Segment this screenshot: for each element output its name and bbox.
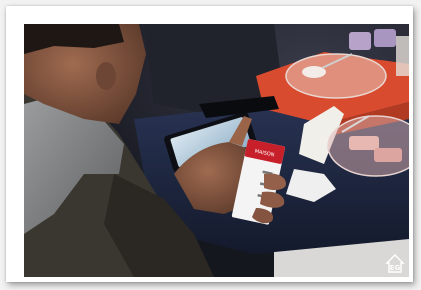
event-photo: MAISON EG: [24, 24, 409, 277]
pink-pastry: [349, 136, 379, 150]
photo-scene: MAISON: [24, 24, 409, 277]
purple-cup: [374, 29, 396, 47]
purple-cup: [349, 32, 371, 50]
photo-frame: MAISON EG: [6, 6, 413, 282]
glass-bottle: [396, 36, 409, 76]
watermark-text: EG: [389, 264, 401, 272]
ear: [96, 62, 116, 90]
pink-pastry: [374, 148, 402, 162]
watermark-logo: EG: [385, 253, 405, 273]
